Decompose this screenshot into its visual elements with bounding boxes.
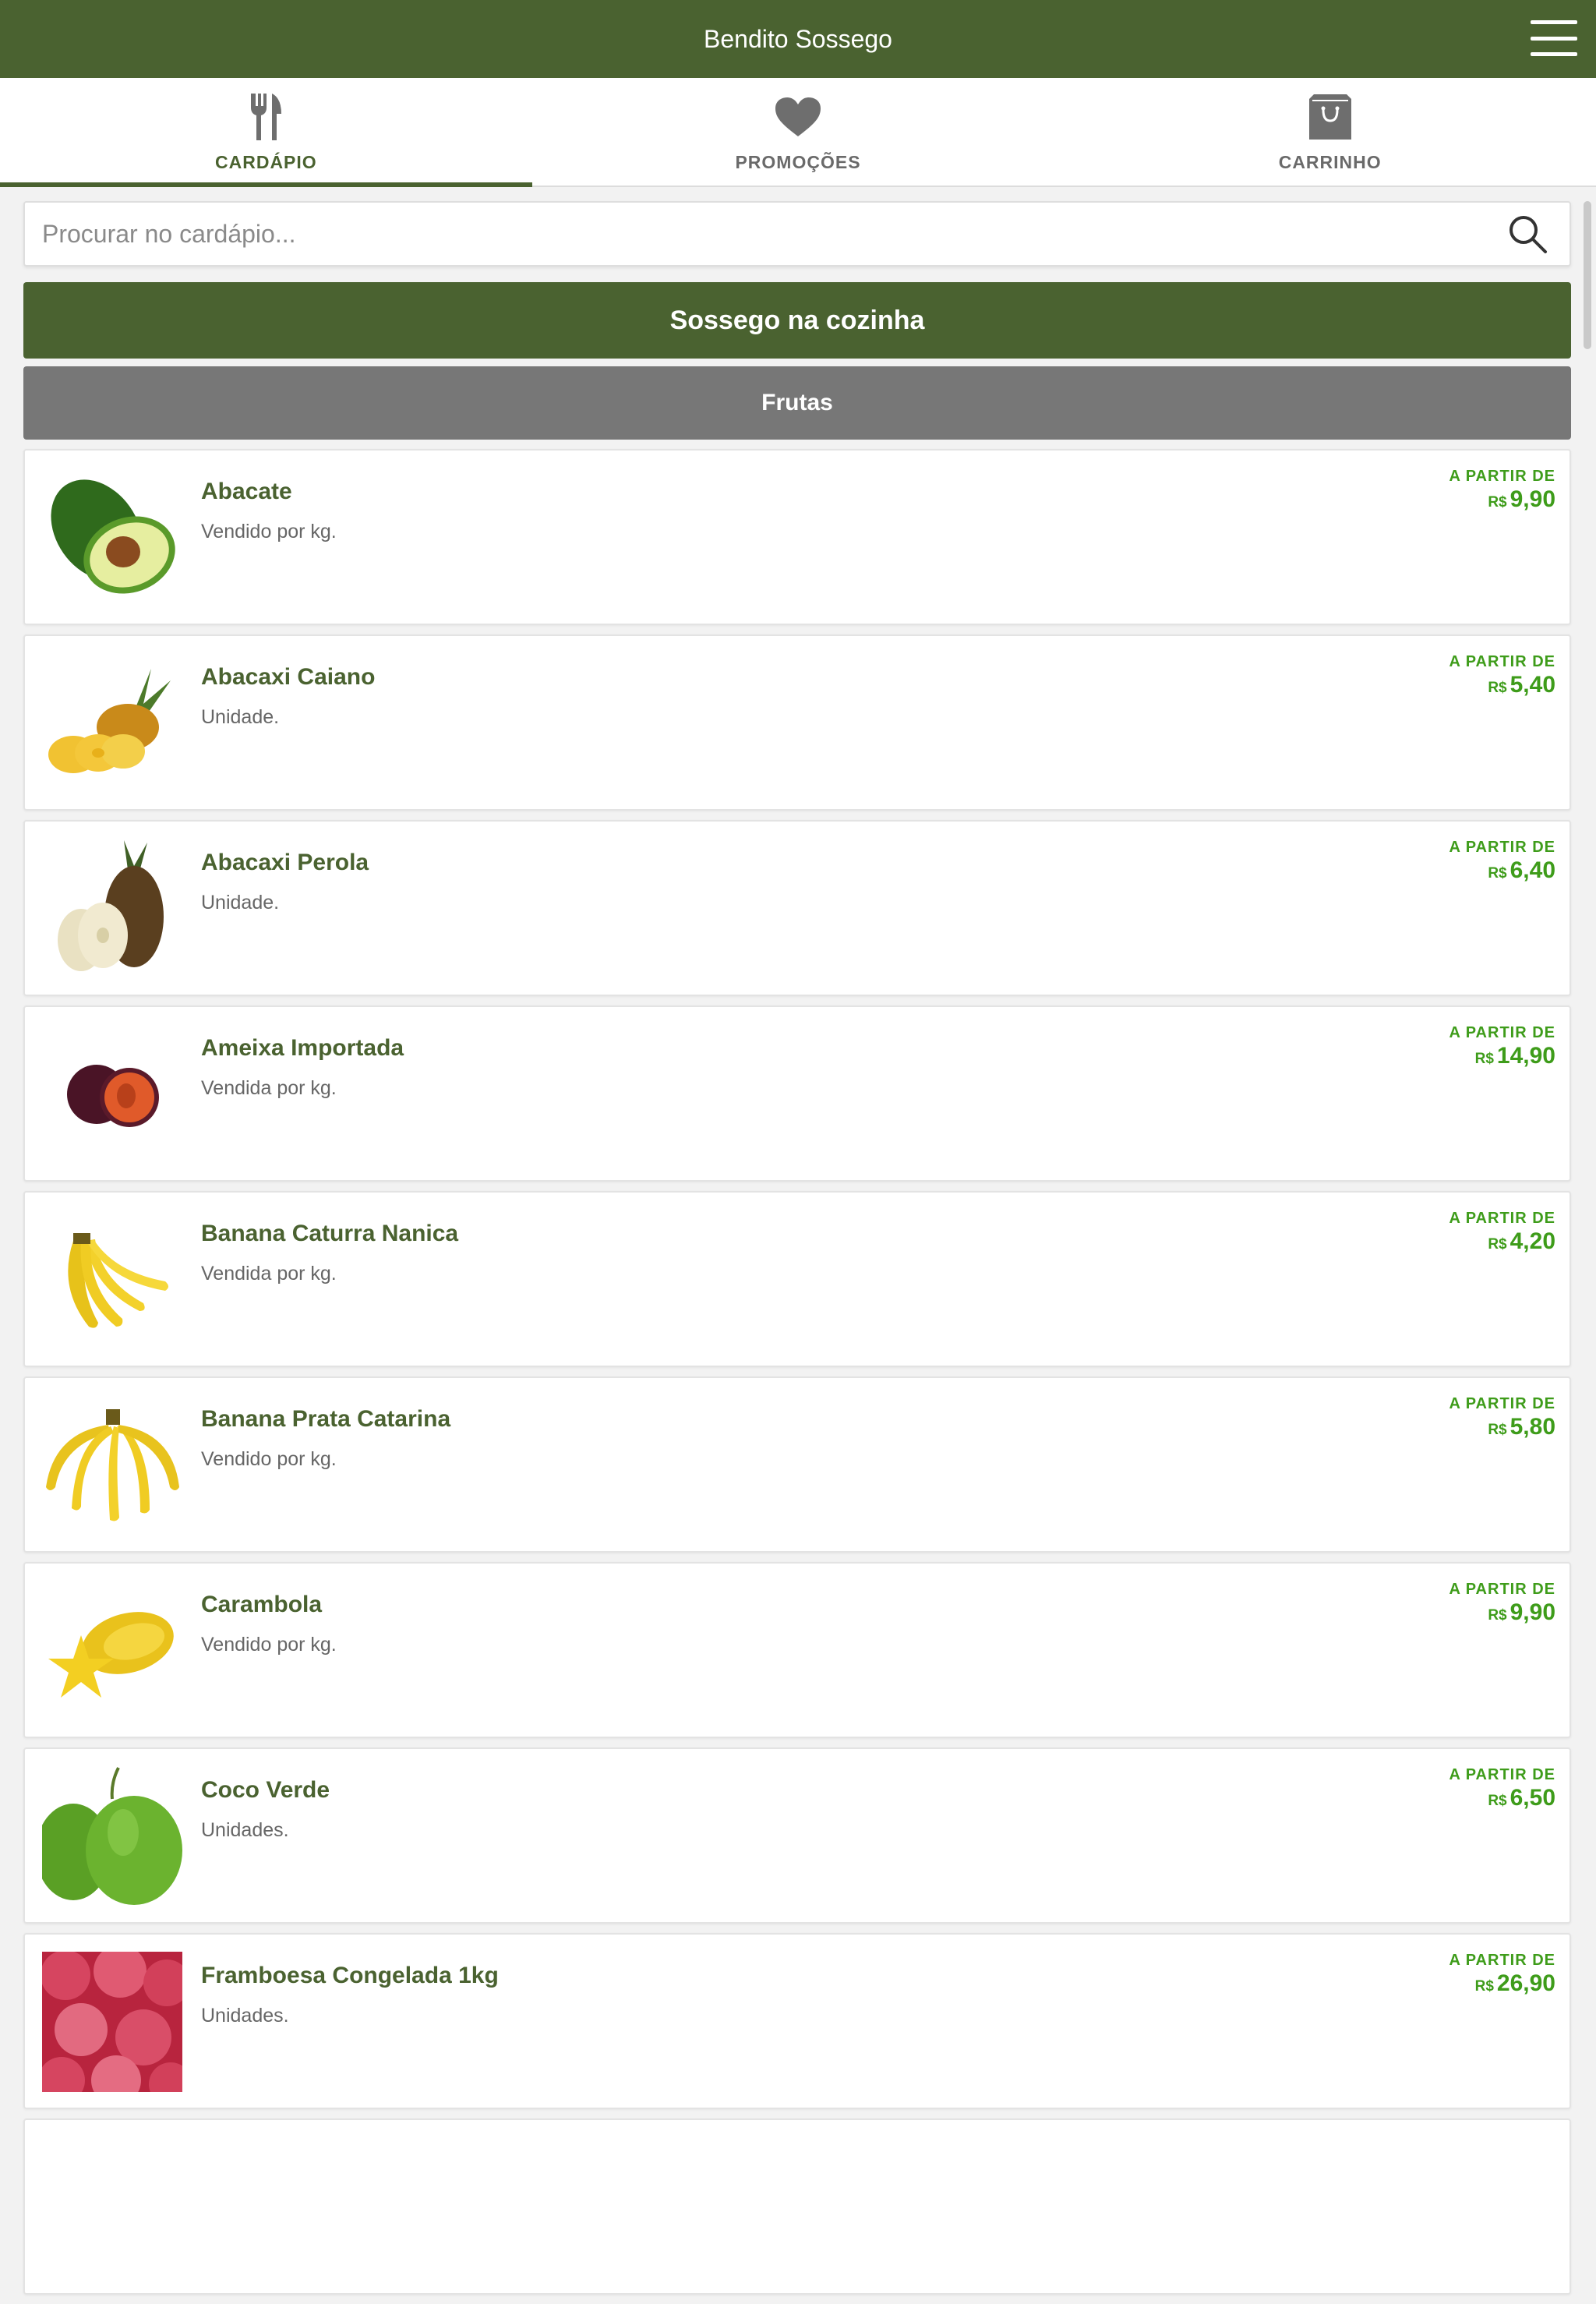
price-prefix: A PARTIR DE [1449, 1581, 1555, 1598]
currency-symbol: R$ [1474, 1978, 1494, 1995]
tab-cardapio[interactable]: CARDÁPIO [0, 78, 532, 187]
tab-label: CARDÁPIO [215, 152, 317, 172]
search-box [23, 201, 1571, 267]
product-name: Banana Caturra Nanica [201, 1221, 459, 1246]
currency-symbol: R$ [1488, 865, 1507, 882]
currency-symbol: R$ [1474, 1051, 1494, 1067]
product-item[interactable]: Abacaxi Perola Unidade. A PARTIR DE R$ 6,… [23, 820, 1571, 996]
product-description: Vendido por kg. [201, 1448, 337, 1470]
product-item[interactable]: Ameixa Importada Vendida por kg. A PARTI… [23, 1005, 1571, 1182]
product-price: R$ 6,40 [1488, 857, 1555, 884]
main-content: Sossego na cozinha Frutas Abacate Vendid… [23, 201, 1571, 2304]
currency-symbol: R$ [1488, 680, 1507, 696]
price-value: 5,40 [1509, 672, 1555, 698]
hamburger-menu-icon[interactable] [1531, 20, 1577, 56]
product-description: Unidades. [201, 2005, 289, 2027]
product-item[interactable]: Carambola Vendido por kg. A PARTIR DE R$… [23, 1562, 1571, 1738]
banana-bunch-image [42, 1210, 182, 1350]
product-description: Vendido por kg. [201, 1634, 337, 1656]
pineapple-image [42, 839, 182, 979]
product-description: Vendida por kg. [201, 1077, 337, 1099]
product-name: Ameixa Importada [201, 1035, 404, 1061]
avocado-image [42, 468, 182, 608]
app-title: Bendito Sossego [704, 24, 892, 53]
pineapple-slices-image [42, 653, 182, 793]
price-value: 9,90 [1509, 1599, 1555, 1625]
currency-symbol: R$ [1488, 1236, 1507, 1253]
product-price: R$ 26,90 [1475, 1970, 1555, 1997]
section-button[interactable]: Sossego na cozinha [23, 282, 1571, 359]
tab-promocoes[interactable]: PROMOÇÕES [532, 78, 1065, 186]
search-input[interactable] [42, 219, 1504, 249]
scrollbar[interactable] [1584, 201, 1591, 349]
product-description: Vendido por kg. [201, 521, 337, 542]
price-prefix: A PARTIR DE [1449, 839, 1555, 856]
product-description: Vendida por kg. [201, 1263, 337, 1285]
product-price: R$ 9,90 [1488, 486, 1555, 513]
price-value: 9,90 [1509, 486, 1555, 512]
tab-label: CARRINHO [1278, 152, 1382, 172]
product-name: Banana Prata Catarina [201, 1406, 451, 1432]
price-prefix: A PARTIR DE [1449, 1952, 1555, 1969]
price-prefix: A PARTIR DE [1449, 1766, 1555, 1783]
product-price: R$ 4,20 [1488, 1228, 1555, 1255]
tab-bar: CARDÁPIO PROMOÇÕES CARRINHO [0, 78, 1596, 187]
product-name: Abacate [201, 479, 292, 504]
price-value: 5,80 [1509, 1414, 1555, 1440]
price-value: 14,90 [1496, 1043, 1555, 1069]
product-item[interactable]: Coco Verde Unidades. A PARTIR DE R$ 6,50 [23, 1747, 1571, 1924]
product-price: R$ 5,40 [1488, 672, 1555, 698]
price-prefix: A PARTIR DE [1449, 468, 1555, 485]
product-name: Abacaxi Perola [201, 850, 369, 875]
shopping-bag-icon [1306, 90, 1354, 144]
product-item[interactable]: Abacate Vendido por kg. A PARTIR DE R$ 9,… [23, 449, 1571, 625]
product-price: R$ 9,90 [1488, 1599, 1555, 1626]
product-item[interactable]: Abacaxi Caiano Unidade. A PARTIR DE R$ 5,… [23, 634, 1571, 811]
star-fruit-image [42, 1581, 182, 1721]
price-prefix: A PARTIR DE [1449, 1210, 1555, 1227]
currency-symbol: R$ [1488, 1607, 1507, 1624]
product-name: Abacaxi Caiano [201, 664, 376, 690]
raspberry-image [42, 1952, 182, 2092]
banana-hand-image [42, 1395, 182, 1535]
product-item[interactable] [23, 2118, 1571, 2295]
product-description: Unidades. [201, 1819, 289, 1841]
search-icon[interactable] [1504, 210, 1551, 257]
app-header: Bendito Sossego [0, 0, 1596, 78]
product-name: Framboesa Congelada 1kg [201, 1963, 499, 1988]
product-name: Carambola [201, 1592, 323, 1617]
currency-symbol: R$ [1488, 1422, 1507, 1438]
price-prefix: A PARTIR DE [1449, 653, 1555, 670]
product-list: Abacate Vendido por kg. A PARTIR DE R$ 9,… [23, 449, 1571, 2295]
currency-symbol: R$ [1488, 1793, 1507, 1809]
price-value: 6,40 [1509, 857, 1555, 883]
plum-image [42, 1024, 182, 1164]
price-value: 4,20 [1509, 1228, 1555, 1254]
price-value: 6,50 [1509, 1785, 1555, 1811]
category-header: Frutas [23, 366, 1571, 440]
product-price: R$ 14,90 [1475, 1043, 1555, 1069]
coconut-image [42, 1766, 182, 1906]
product-name: Coco Verde [201, 1777, 330, 1803]
cutlery-icon [249, 90, 283, 144]
product-item[interactable]: Framboesa Congelada 1kg Unidades. A PART… [23, 1933, 1571, 2109]
price-prefix: A PARTIR DE [1449, 1395, 1555, 1412]
product-description: Unidade. [201, 706, 280, 728]
product-item[interactable]: Banana Prata Catarina Vendido por kg. A … [23, 1376, 1571, 1553]
product-price: R$ 6,50 [1488, 1785, 1555, 1811]
product-description: Unidade. [201, 892, 280, 913]
product-item[interactable]: Banana Caturra Nanica Vendida por kg. A … [23, 1191, 1571, 1367]
price-value: 26,90 [1496, 1970, 1555, 1996]
tab-carrinho[interactable]: CARRINHO [1064, 78, 1596, 186]
price-prefix: A PARTIR DE [1449, 1024, 1555, 1041]
heart-icon [774, 90, 822, 144]
product-price: R$ 5,80 [1488, 1414, 1555, 1440]
tab-label: PROMOÇÕES [735, 152, 861, 172]
currency-symbol: R$ [1488, 494, 1507, 511]
